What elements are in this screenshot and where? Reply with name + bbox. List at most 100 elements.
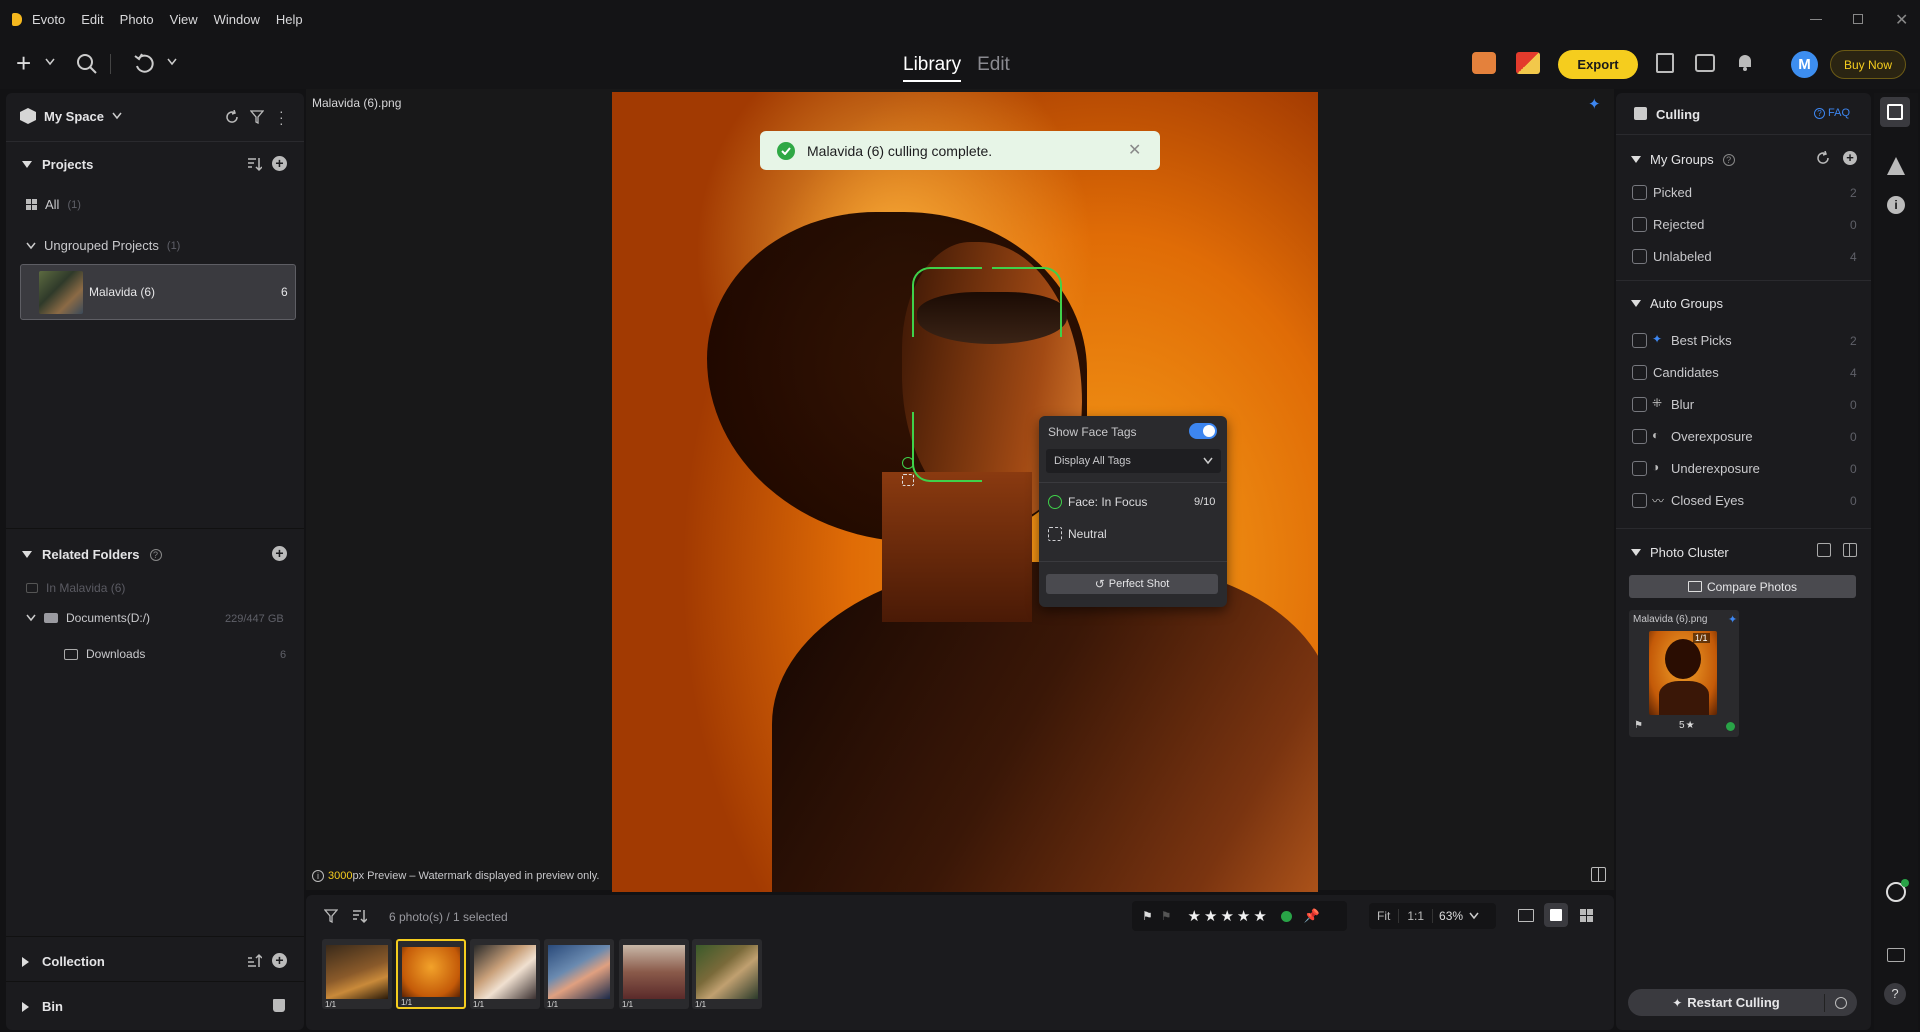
avatar[interactable]: M xyxy=(1791,51,1818,78)
expand-bin-icon[interactable] xyxy=(22,1001,30,1012)
zoom-1-1-button[interactable]: 1:1 xyxy=(1399,909,1434,923)
more-options-icon[interactable]: · · · xyxy=(279,104,284,130)
filmstrip-filter-icon[interactable] xyxy=(324,909,338,923)
flag-pick-icon[interactable]: ⚑ xyxy=(1142,909,1153,923)
zoom-percent-select[interactable]: 63% xyxy=(1433,909,1469,923)
bell-icon[interactable] xyxy=(1736,52,1754,72)
group-checkbox[interactable] xyxy=(1632,429,1647,444)
culling-settings-icon[interactable] xyxy=(1835,996,1847,1009)
group-label[interactable]: Overexposure xyxy=(1671,429,1753,444)
search-icon[interactable] xyxy=(76,53,98,75)
collapse-cluster-icon[interactable] xyxy=(1631,548,1641,557)
flag-reject-icon[interactable]: ⚑ xyxy=(1161,909,1172,923)
star-5-icon[interactable]: ★ xyxy=(1253,907,1266,925)
pin-icon[interactable]: 📌 xyxy=(1304,908,1320,924)
star-2-icon[interactable]: ★ xyxy=(1204,907,1217,925)
star-rating[interactable]: ★ ★ ★ ★ ★ xyxy=(1188,907,1267,925)
promo-gift-icon[interactable] xyxy=(1472,52,1496,74)
group-label[interactable]: Unlabeled xyxy=(1653,249,1712,264)
layout-compare-icon[interactable] xyxy=(1518,909,1534,922)
help-icon[interactable]: ? xyxy=(1884,983,1906,1005)
info-icon[interactable]: ? xyxy=(1722,153,1735,166)
menu-help[interactable]: Help xyxy=(276,12,303,27)
restore-icon[interactable] xyxy=(1853,14,1863,24)
filmstrip-thumb[interactable]: 1/1 xyxy=(619,939,689,1009)
layout-grid-icon[interactable] xyxy=(1580,909,1593,922)
group-checkbox[interactable] xyxy=(1632,333,1647,348)
group-label[interactable]: Underexposure xyxy=(1671,461,1760,476)
add-dropdown-icon[interactable] xyxy=(45,58,55,66)
add-project-icon[interactable]: + xyxy=(272,156,287,171)
menu-view[interactable]: View xyxy=(170,12,198,27)
space-dropdown-icon[interactable] xyxy=(112,112,122,120)
my-groups-title[interactable]: My Groups xyxy=(1650,152,1714,167)
guide-book-icon[interactable] xyxy=(1887,948,1905,962)
sync-icon[interactable] xyxy=(225,110,239,124)
projects-title[interactable]: Projects xyxy=(42,157,93,172)
filmstrip-thumb[interactable]: 1/1 xyxy=(322,939,392,1009)
star-3-icon[interactable]: ★ xyxy=(1220,907,1233,925)
group-checkbox[interactable] xyxy=(1632,493,1647,508)
add-group-icon[interactable]: + xyxy=(1843,151,1857,165)
buy-now-button[interactable]: Buy Now xyxy=(1830,50,1906,79)
star-1-icon[interactable]: ★ xyxy=(1188,907,1201,925)
bin-title[interactable]: Bin xyxy=(42,999,63,1014)
task-progress-icon[interactable] xyxy=(1886,879,1909,902)
group-label[interactable]: Candidates xyxy=(1653,365,1719,380)
undo-icon[interactable] xyxy=(133,53,155,75)
cluster-card[interactable]: Malavida (6).png ✦ 1/1 ⚑ 5 ★ xyxy=(1629,610,1739,737)
trash-icon[interactable] xyxy=(273,999,285,1012)
close-window-icon[interactable]: ✕ xyxy=(1895,10,1908,30)
group-checkbox[interactable] xyxy=(1632,249,1647,264)
info-tool-icon[interactable]: i xyxy=(1887,196,1905,214)
add-icon[interactable]: + xyxy=(16,50,31,76)
filmstrip-thumb[interactable]: 1/1 xyxy=(544,939,614,1009)
group-label[interactable]: Closed Eyes xyxy=(1671,493,1744,508)
chevron-down-icon[interactable] xyxy=(26,614,36,622)
compare-view-icon[interactable] xyxy=(1591,867,1606,882)
color-label-green[interactable] xyxy=(1280,910,1292,922)
filmstrip-thumb[interactable]: 1/1 xyxy=(396,939,466,1009)
ungrouped-projects-label[interactable]: Ungrouped Projects xyxy=(44,238,159,253)
collection-sort-icon[interactable] xyxy=(246,953,262,969)
auto-groups-title[interactable]: Auto Groups xyxy=(1650,296,1723,311)
display-tags-select[interactable]: Display All Tags xyxy=(1046,449,1221,473)
refresh-groups-icon[interactable] xyxy=(1816,151,1830,165)
filter-icon[interactable] xyxy=(250,110,264,124)
compare-photos-button[interactable]: Compare Photos xyxy=(1629,575,1856,598)
group-checkbox[interactable] xyxy=(1632,461,1647,476)
import-icon[interactable] xyxy=(1656,53,1674,73)
group-label[interactable]: Best Picks xyxy=(1671,333,1732,348)
show-face-tags-toggle[interactable] xyxy=(1189,423,1217,439)
all-projects-label[interactable]: All xyxy=(45,197,59,212)
sort-icon[interactable] xyxy=(246,156,262,172)
restart-culling-button[interactable]: ✦ Restart Culling xyxy=(1628,995,1824,1010)
collapse-related-icon[interactable] xyxy=(22,550,32,559)
menu-window[interactable]: Window xyxy=(214,12,260,27)
group-checkbox[interactable] xyxy=(1632,397,1647,412)
group-label[interactable]: Rejected xyxy=(1653,217,1704,232)
group-label[interactable]: Picked xyxy=(1653,185,1692,200)
face-expression-tag-icon[interactable] xyxy=(902,474,914,486)
faq-link[interactable]: ? FAQ xyxy=(1814,107,1850,119)
tab-library[interactable]: Library xyxy=(903,54,962,82)
project-item-malavida[interactable]: Malavida (6) 6 xyxy=(20,264,296,320)
group-checkbox[interactable] xyxy=(1632,217,1647,232)
filmstrip-thumb[interactable]: 1/1 xyxy=(470,939,540,1009)
space-title[interactable]: My Space xyxy=(44,109,104,124)
layout-single-icon[interactable] xyxy=(1544,903,1568,927)
promo-box-icon[interactable] xyxy=(1516,52,1540,74)
menu-photo[interactable]: Photo xyxy=(120,12,154,27)
export-button[interactable]: Export xyxy=(1558,50,1638,79)
add-folder-icon[interactable]: + xyxy=(272,546,287,561)
minimize-icon[interactable] xyxy=(1810,19,1822,20)
undo-dropdown-icon[interactable] xyxy=(167,58,177,66)
menu-edit[interactable]: Edit xyxy=(81,12,103,27)
drive-label[interactable]: Documents(D:/) xyxy=(66,611,150,625)
collapse-auto-groups-icon[interactable] xyxy=(1631,299,1641,308)
related-folders-title[interactable]: Related Folders xyxy=(42,547,140,562)
filmstrip-thumb[interactable]: 1/1 xyxy=(692,939,762,1009)
collapse-my-groups-icon[interactable] xyxy=(1631,155,1641,164)
expand-collection-icon[interactable] xyxy=(22,956,30,967)
tab-edit[interactable]: Edit xyxy=(977,54,1010,82)
